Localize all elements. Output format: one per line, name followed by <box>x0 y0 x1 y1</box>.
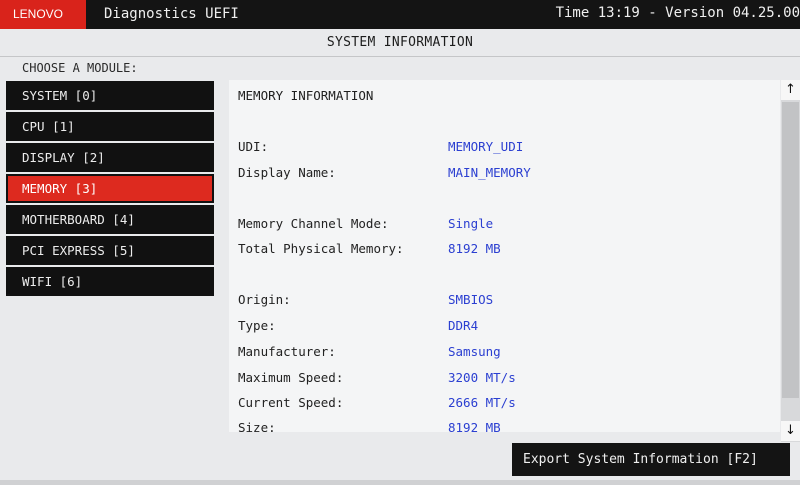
field-value: DDR4 <box>448 318 479 333</box>
module-motherboard[interactable]: MOTHERBOARD [4] <box>6 205 214 234</box>
field-label: Current Speed: <box>238 395 344 410</box>
field-value: Samsung <box>448 344 501 359</box>
scroll-up-icon[interactable]: ↑ <box>781 80 800 100</box>
module-pci-express[interactable]: PCI EXPRESS [5] <box>6 236 214 265</box>
field-label: Total Physical Memory: <box>238 241 404 256</box>
module-prompt: CHOOSE A MODULE: <box>22 61 138 75</box>
panel-heading: MEMORY INFORMATION <box>238 88 374 103</box>
field-label: Size: <box>238 420 276 432</box>
scrollbar[interactable]: ↑ ↓ <box>781 80 800 442</box>
module-list: SYSTEM [0] CPU [1] DISPLAY [2] MEMORY [3… <box>6 81 214 298</box>
time-version-readout: Time 13:19 - Version 04.25.00 <box>555 5 800 21</box>
field-label: Origin: <box>238 292 291 307</box>
field-value: 2666 MT/s <box>448 395 516 410</box>
field-value: MEMORY_UDI <box>448 139 524 154</box>
field-value: Single <box>448 216 494 231</box>
field-value: 8192 MB <box>448 241 501 256</box>
field-label: UDI: <box>238 139 269 154</box>
scroll-down-icon[interactable]: ↓ <box>781 421 800 441</box>
field-value: MAIN_MEMORY <box>448 165 531 180</box>
module-display[interactable]: DISPLAY [2] <box>6 143 214 172</box>
field-value: 3200 MT/s <box>448 370 516 385</box>
page-title: SYSTEM INFORMATION <box>0 29 800 57</box>
module-memory[interactable]: MEMORY [3] <box>6 174 214 203</box>
footer-strip <box>0 480 800 485</box>
module-wifi[interactable]: WIFI [6] <box>6 267 214 296</box>
export-button[interactable]: Export System Information [F2] <box>512 443 790 476</box>
field-label: Display Name: <box>238 165 336 180</box>
field-label: Manufacturer: <box>238 344 336 359</box>
field-label: Memory Channel Mode: <box>238 216 389 231</box>
field-value: 8192 MB <box>448 420 501 432</box>
module-cpu[interactable]: CPU [1] <box>6 112 214 141</box>
top-bar: LENOVO Diagnostics UEFI Time 13:19 - Ver… <box>0 0 800 29</box>
field-label: Type: <box>238 318 276 333</box>
scroll-thumb[interactable] <box>782 102 799 398</box>
field-label: Maximum Speed: <box>238 370 344 385</box>
module-system[interactable]: SYSTEM [0] <box>6 81 214 110</box>
info-panel: MEMORY INFORMATION UDI: MEMORY_UDI Displ… <box>229 80 780 432</box>
app-title: Diagnostics UEFI <box>104 6 239 22</box>
brand-logo: LENOVO <box>0 0 86 29</box>
field-value: SMBIOS <box>448 292 494 307</box>
